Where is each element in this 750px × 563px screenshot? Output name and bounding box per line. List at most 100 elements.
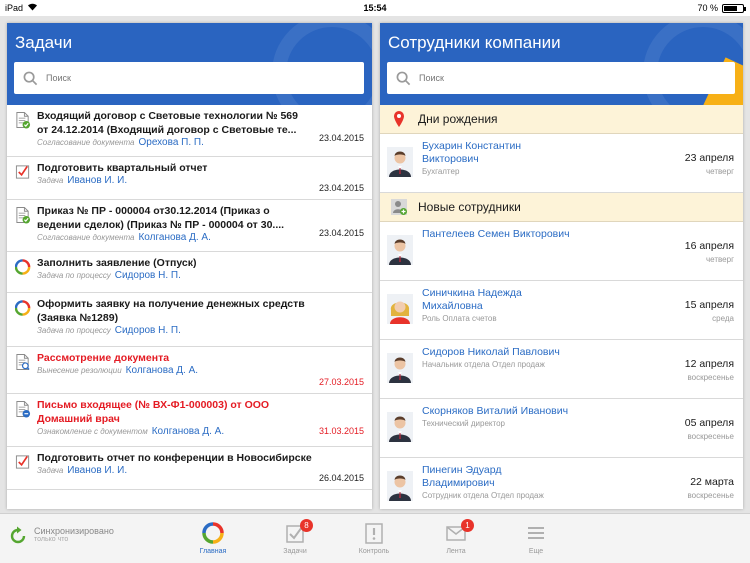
tab-label: Лента [446, 548, 466, 555]
document-search-icon [16, 354, 30, 371]
avatar [387, 471, 413, 501]
task-check-icon [15, 165, 30, 179]
notification-badge: 1 [461, 519, 474, 532]
task-person[interactable]: Колганова Д. А. [126, 365, 198, 376]
status-bar: iPad 15:54 70 % [0, 0, 750, 16]
tab-control[interactable]: Контроль [349, 522, 399, 555]
tab-label: Еще [528, 548, 544, 555]
task-type: Вынесение резолюции [37, 366, 122, 375]
tasks-search-input[interactable] [46, 73, 246, 83]
employee-date: 05 апреля [684, 417, 734, 429]
task-person[interactable]: Сидоров Н. П. [115, 270, 181, 281]
avatar [387, 147, 413, 177]
tab-tasks[interactable]: 8 Задачи [270, 519, 320, 555]
sync-status[interactable]: Синхронизировано только что [8, 526, 114, 546]
task-title: Оформить заявку на получение денежных ср… [37, 298, 305, 324]
employee-date: 23 апреля [684, 152, 734, 164]
tab-more[interactable]: Еще [511, 522, 561, 555]
task-date: 23.04.2015 [318, 228, 364, 238]
tasks-header: Задачи [7, 23, 372, 105]
search-icon [23, 71, 38, 85]
employees-panel: Сотрудники компании Дни рождения Бухарин… [380, 23, 743, 509]
employee-weekday: воскресенье [687, 491, 735, 500]
sync-time: только что [34, 536, 69, 543]
task-row[interactable]: Подготовить квартальный отчет Задача Ивано… [7, 157, 372, 200]
task-type: Согласование документа [37, 233, 135, 242]
battery-icon [722, 3, 746, 13]
employee-name: Синичкина Надежда Михайловна [422, 287, 522, 312]
employee-row[interactable]: Бухарин Константин Викторович Бухгалтер 23… [380, 134, 743, 193]
employee-row[interactable]: Пантелеев Семен Викторович 16 апреля четве… [380, 222, 743, 281]
tab-bar: Синхронизировано только что Главная 8 Зада… [0, 513, 750, 563]
birthdays-section-header: Дни рождения [380, 105, 743, 134]
employee-role: Бухгалтер [422, 167, 460, 176]
task-row[interactable]: Рассмотрение документа Вынесение резолюци… [7, 347, 372, 394]
employees-title: Сотрудники компании [388, 33, 561, 52]
tasks-title: Задачи [15, 33, 73, 52]
document-info-icon [16, 401, 31, 418]
birthdays-title: Дни рождения [418, 112, 498, 126]
employee-name: Скорняков Виталий Иванович [422, 405, 569, 417]
tab-label: Контроль [358, 548, 390, 555]
task-date: 23.04.2015 [318, 133, 364, 143]
sync-label: Синхронизировано [34, 526, 114, 536]
task-row[interactable]: Подготовить отчет по конференции в Новос… [7, 447, 372, 490]
search-icon [396, 71, 411, 85]
task-person[interactable]: Колганова Д. А. [152, 426, 224, 437]
tab-feed[interactable]: 1 Лента [431, 519, 481, 555]
employee-list: Дни рождения Бухарин Константин Викторов… [380, 105, 743, 509]
task-person[interactable]: Колганова Д. А. [138, 232, 210, 243]
employees-search-box[interactable] [387, 62, 735, 94]
task-title: Подготовить отчет по конференции в Новос… [37, 452, 312, 464]
task-type: Задача [37, 176, 64, 185]
task-type: Задача [37, 466, 64, 475]
tab-home[interactable]: Главная [188, 522, 238, 555]
task-row[interactable]: Оформить заявку на получение денежных ср… [7, 293, 372, 347]
employee-row[interactable]: Пинегин Эдуард Владимирович Сотрудник отд… [380, 458, 743, 509]
avatar [387, 235, 413, 265]
notification-badge: 8 [300, 519, 313, 532]
employee-name: Бухарин Константин Викторович [422, 140, 522, 165]
employee-name: Сидоров Николай Павлович [422, 346, 560, 358]
employee-date: 22 марта [690, 476, 734, 488]
menu-icon [528, 527, 544, 539]
task-title: Рассмотрение документа [37, 352, 170, 364]
tasks-search-box[interactable] [14, 62, 364, 94]
task-person[interactable]: Сидоров Н. П. [115, 325, 181, 336]
control-icon [365, 523, 383, 544]
employee-weekday: четверг [706, 255, 734, 264]
employee-name: Пантелеев Семен Викторович [422, 228, 570, 240]
refresh-icon [10, 526, 26, 544]
process-ring-icon [15, 259, 31, 275]
task-title: Подготовить квартальный отчет [37, 162, 208, 174]
task-row[interactable]: Входящий договор с Световые технологии №… [7, 105, 372, 157]
task-row[interactable]: Письмо входящее (№ ВХ-Ф1-000003) от ООО … [7, 394, 372, 447]
task-title: Письмо входящее (№ ВХ-Ф1-000003) от ООО … [37, 399, 270, 425]
task-person[interactable]: Орехова П. П. [138, 137, 203, 148]
employee-role: Начальник отдела Отдел продаж [422, 360, 545, 369]
employee-row[interactable]: Сидоров Николай Павлович Начальник отдела… [380, 340, 743, 399]
document-check-icon [16, 207, 31, 224]
employees-search-input[interactable] [419, 73, 619, 83]
employee-row[interactable]: Скорняков Виталий Иванович Технический ди… [380, 399, 743, 458]
avatar [387, 353, 413, 383]
clock: 15:54 [363, 3, 387, 13]
avatar [387, 412, 413, 442]
employee-role: Роль Оплата счетов [422, 314, 497, 323]
task-person[interactable]: Иванов И. И. [67, 465, 127, 476]
process-ring-icon [15, 300, 31, 316]
add-person-icon [391, 199, 407, 215]
document-check-icon [16, 112, 31, 129]
employee-role: Сотрудник отдела Отдел продаж [422, 491, 544, 500]
employee-weekday: воскресенье [687, 432, 735, 441]
task-row[interactable]: Заполнить заявление (Отпуск) Задача по пр… [7, 252, 372, 293]
task-row[interactable]: Приказ № ПР - 000004 от30.12.2014 (Прика… [7, 200, 372, 252]
task-date: 31.03.2015 [318, 426, 364, 436]
task-type: Согласование документа [37, 138, 135, 147]
task-date: 23.04.2015 [318, 183, 364, 193]
employee-row[interactable]: Синичкина Надежда Михайловна Роль Оплата … [380, 281, 743, 340]
task-person[interactable]: Иванов И. И. [67, 175, 127, 186]
task-title: Заполнить заявление (Отпуск) [37, 257, 197, 269]
employee-weekday: четверг [706, 167, 734, 176]
task-type: Задача по процессу [37, 271, 111, 280]
